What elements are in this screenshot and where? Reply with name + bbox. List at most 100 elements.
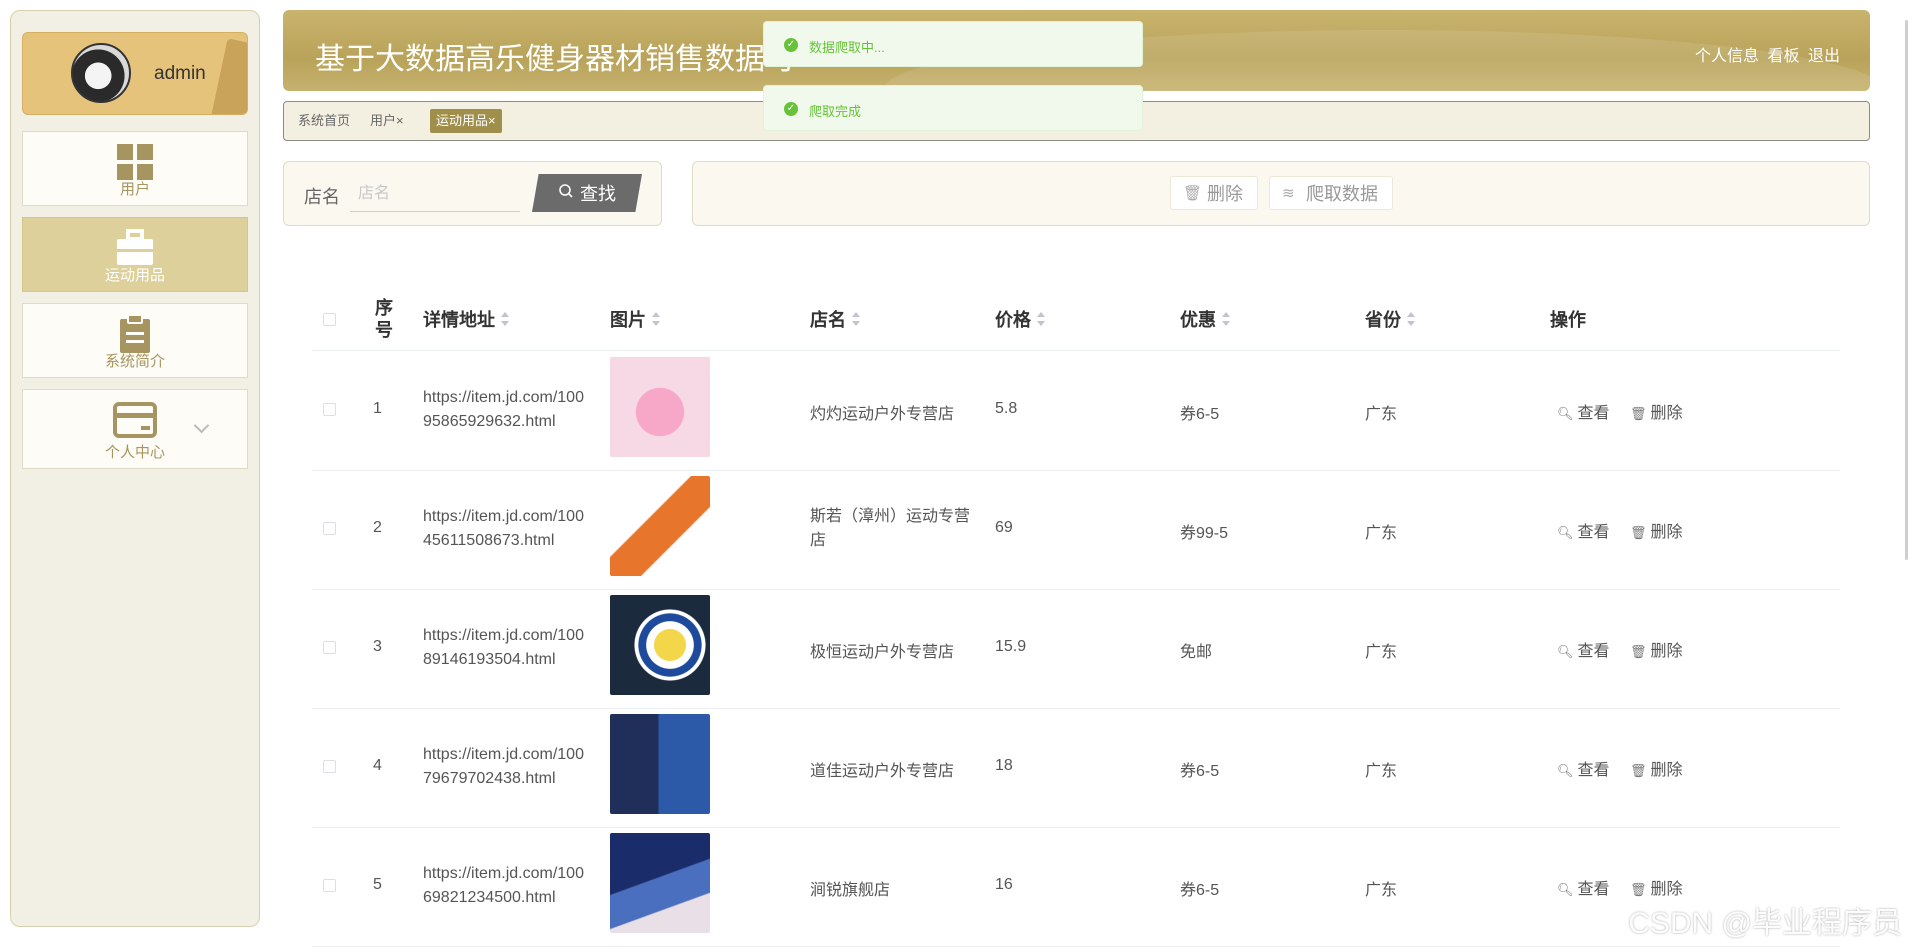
user-card[interactable]: admin <box>22 32 248 115</box>
row-url: https://item.jd.com/10095865929632.html <box>423 389 584 430</box>
toast-crawling: ✓ 数据爬取中... <box>763 21 1143 67</box>
delete-button[interactable]: 🗑 删除 <box>1630 756 1683 780</box>
row-checkbox[interactable] <box>323 879 336 892</box>
search-icon: 🔍︎ <box>1557 763 1574 778</box>
row-index: 5 <box>373 876 382 893</box>
header-shop[interactable]: 店名 <box>810 288 860 350</box>
row-price: 16 <box>995 876 1013 893</box>
row-checkbox[interactable] <box>323 760 336 773</box>
row-checkbox[interactable] <box>323 641 336 654</box>
header-index: 序号 <box>375 298 393 340</box>
personal-info-link[interactable]: 个人信息 <box>1695 48 1759 65</box>
bulk-delete-button[interactable]: 🗑 删除 <box>1170 176 1258 210</box>
search-icon: 🔍︎ <box>1557 525 1574 540</box>
tab-home[interactable]: 系统首页 <box>292 109 356 133</box>
view-button[interactable]: 🔍︎ 查看 <box>1557 637 1610 661</box>
tab-users[interactable]: 用户× <box>364 109 410 133</box>
sidebar-item-system-intro[interactable]: 系统简介 <box>22 303 248 378</box>
row-checkbox[interactable] <box>323 522 336 535</box>
row-price: 5.8 <box>995 400 1018 417</box>
search-icon: 🔍︎ <box>1557 406 1574 421</box>
row-discount: 券6-5 <box>1180 763 1220 780</box>
search-icon: 🔍︎ <box>1557 882 1574 897</box>
view-button[interactable]: 🔍︎ 查看 <box>1557 518 1610 542</box>
delete-button[interactable]: 🗑 删除 <box>1630 399 1683 423</box>
select-all-checkbox[interactable] <box>323 313 336 326</box>
page-title: 基于大数据高乐健身器材销售数据可 <box>315 43 795 76</box>
action-panel: 🗑 删除 ≋ 爬取数据 <box>692 161 1870 226</box>
product-image <box>610 714 710 814</box>
table-row: 3 https://item.jd.com/10089146193504.htm… <box>312 589 1840 709</box>
sidebar-item-label: 用户 <box>119 181 150 198</box>
row-url: https://item.jd.com/10089146193504.html <box>423 627 584 668</box>
view-button[interactable]: 🔍︎ 查看 <box>1557 756 1610 780</box>
row-province: 广东 <box>1365 644 1398 661</box>
row-url: https://item.jd.com/10069821234500.html <box>423 865 584 906</box>
sort-icon <box>1407 312 1415 326</box>
row-index: 2 <box>373 519 382 536</box>
sidebar-item-users[interactable]: 用户 <box>22 131 248 206</box>
row-discount: 免邮 <box>1180 644 1213 661</box>
row-shop: 极恒运动户外专营店 <box>810 644 955 661</box>
header-discount[interactable]: 优惠 <box>1180 288 1230 350</box>
page-scrollbar[interactable] <box>1905 20 1908 560</box>
row-price: 15.9 <box>995 638 1027 655</box>
product-image <box>610 833 710 933</box>
sort-icon <box>652 312 660 326</box>
row-discount: 券6-5 <box>1180 882 1220 899</box>
table-row: 2 https://item.jd.com/10045611508673.htm… <box>312 470 1840 590</box>
logout-link[interactable]: 退出 <box>1808 48 1840 65</box>
sidebar: admin 用户 运动用品 系统简介 个人中心 <box>10 10 260 927</box>
row-index: 1 <box>373 400 382 417</box>
trash-icon: 🗑 <box>1630 644 1647 659</box>
card-decoration <box>211 38 247 114</box>
sort-icon <box>1037 312 1045 326</box>
row-province: 广东 <box>1365 763 1398 780</box>
delete-button[interactable]: 🗑 删除 <box>1630 875 1683 899</box>
dashboard-link[interactable]: 看板 <box>1768 48 1800 65</box>
trash-icon: 🗑 <box>1630 763 1647 778</box>
view-button[interactable]: 🔍︎ 查看 <box>1557 399 1610 423</box>
table-header: 序号 详情地址 图片 店名 价格 优惠 省份 操作 <box>312 288 1840 351</box>
header-url[interactable]: 详情地址 <box>423 288 509 350</box>
delete-button[interactable]: 🗑 删除 <box>1630 518 1683 542</box>
row-price: 69 <box>995 519 1013 536</box>
sidebar-item-label: 个人中心 <box>104 444 165 461</box>
row-province: 广东 <box>1365 882 1398 899</box>
search-input[interactable] <box>350 176 520 212</box>
success-check-icon: ✓ <box>784 38 798 52</box>
search-button[interactable]: 查找 <box>532 174 642 212</box>
delete-button[interactable]: 🗑 删除 <box>1630 637 1683 661</box>
row-index: 4 <box>373 757 382 774</box>
toast-crawl-done: ✓ 爬取完成 <box>763 85 1143 131</box>
product-image <box>610 595 710 695</box>
crawl-data-button[interactable]: ≋ 爬取数据 <box>1269 176 1393 210</box>
row-url: https://item.jd.com/10045611508673.html <box>423 508 584 549</box>
sidebar-item-sports-goods[interactable]: 运动用品 <box>22 217 248 292</box>
wallet-icon <box>113 400 157 445</box>
row-shop: 道佳运动户外专营店 <box>810 763 955 780</box>
header-price[interactable]: 价格 <box>995 288 1045 350</box>
tab-sports-goods[interactable]: 运动用品× <box>430 109 502 133</box>
view-button[interactable]: 🔍︎ 查看 <box>1557 875 1610 899</box>
row-price: 18 <box>995 757 1013 774</box>
bulk-delete-label: 删除 <box>1207 184 1243 204</box>
row-checkbox[interactable] <box>323 403 336 416</box>
trash-icon: 🗑 <box>1630 406 1647 421</box>
database-icon: ≋ <box>1282 185 1295 202</box>
user-name: admin <box>154 63 206 84</box>
header-image[interactable]: 图片 <box>610 288 660 350</box>
row-province: 广东 <box>1365 525 1398 542</box>
row-shop: 涧锐旗舰店 <box>810 882 891 899</box>
crawl-data-label: 爬取数据 <box>1306 184 1378 204</box>
header-province[interactable]: 省份 <box>1365 288 1415 350</box>
avatar <box>71 43 131 103</box>
sidebar-item-label: 系统简介 <box>104 353 165 370</box>
trash-icon: 🗑 <box>1630 882 1647 897</box>
row-shop: 斯若（漳州）运动专营店 <box>810 508 971 549</box>
header-links: 个人信息 看板 退出 <box>1691 42 1840 66</box>
product-image <box>610 476 710 576</box>
row-url: https://item.jd.com/10079679702438.html <box>423 746 584 787</box>
sidebar-item-personal-center[interactable]: 个人中心 <box>22 389 248 469</box>
watermark: CSDN @毕业程序员 <box>1628 907 1902 940</box>
